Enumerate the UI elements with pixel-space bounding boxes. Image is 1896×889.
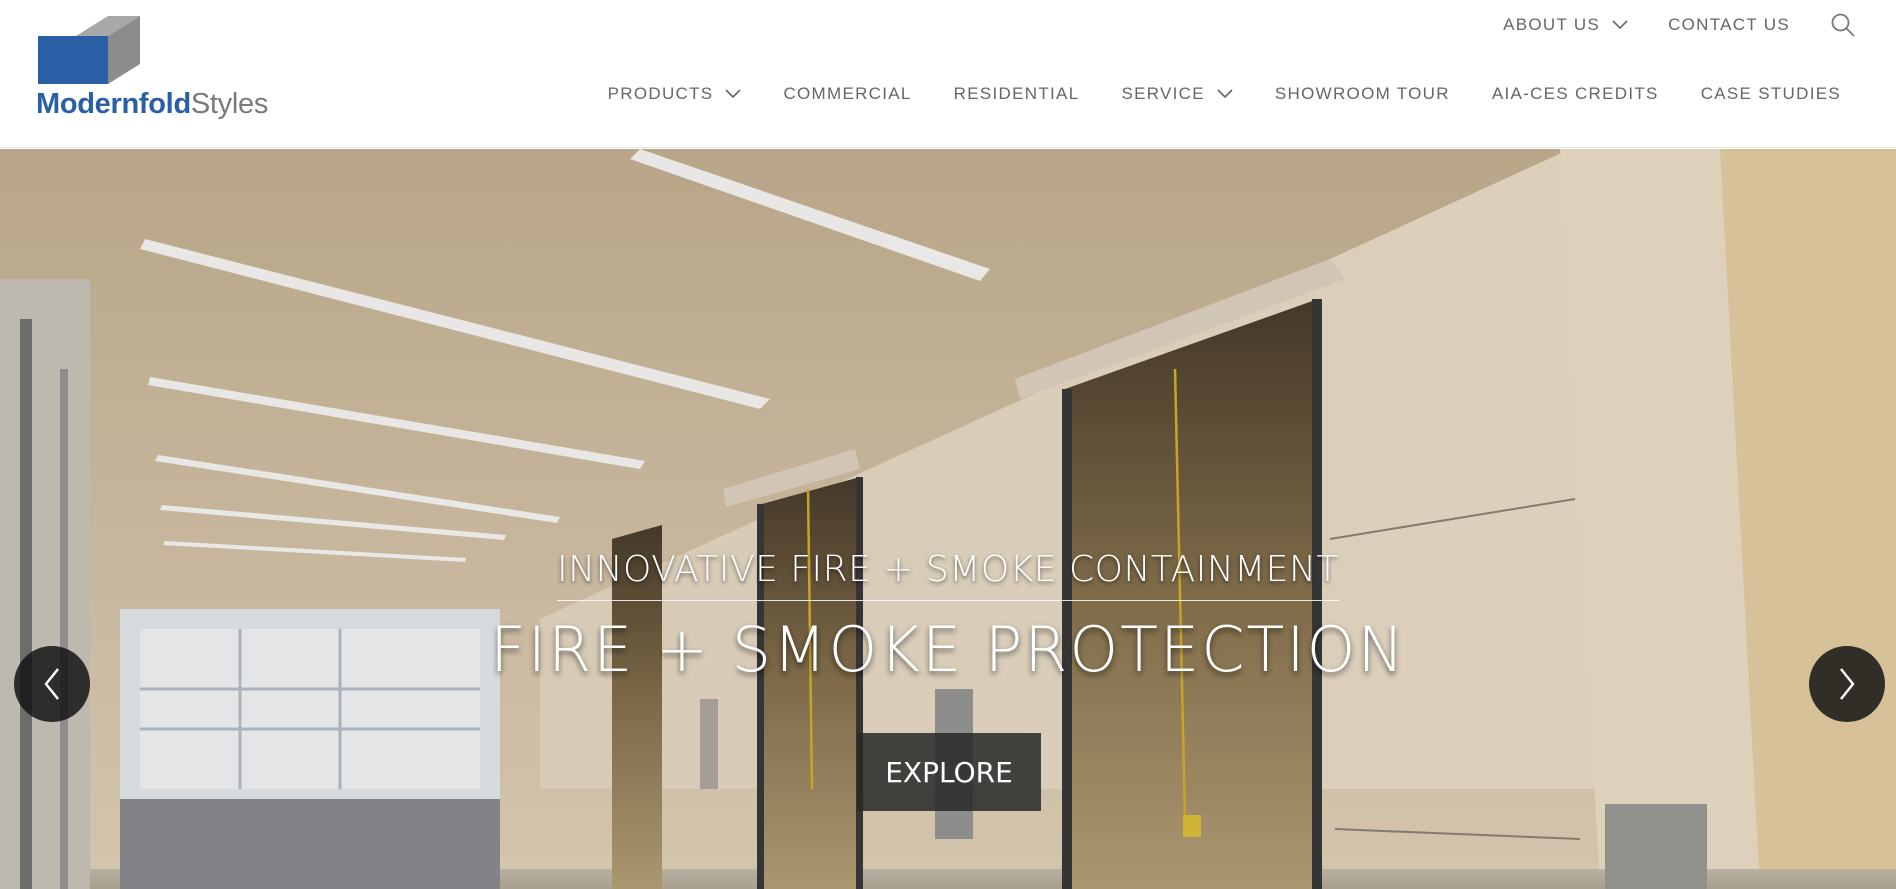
chevron-down-icon	[725, 89, 742, 99]
nav-commercial-label: COMMERCIAL	[783, 84, 912, 103]
logo-wordmark: ModernfoldStyles	[36, 88, 268, 121]
nav-case-studies-label: CASE STUDIES	[1700, 84, 1841, 103]
nav-aia-ces-credits-label: AIA-CES CREDITS	[1491, 84, 1659, 103]
nav-service[interactable]: SERVICE	[1121, 84, 1233, 104]
logo-mark-icon	[38, 16, 140, 84]
hero-subtitle: INNOVATIVE FIRE + SMOKE CONTAINMENT	[557, 549, 1339, 590]
nav-showroom-tour[interactable]: SHOWROOM TOUR	[1275, 84, 1450, 104]
nav-residential[interactable]: RESIDENTIAL	[954, 84, 1080, 104]
main-nav: PRODUCTS COMMERCIAL RESIDENTIAL SERVICE …	[566, 84, 1841, 104]
hero-title: FIRE + SMOKE PROTECTION	[490, 613, 1406, 686]
chevron-right-icon	[1840, 668, 1855, 700]
search-icon[interactable]	[1830, 12, 1856, 38]
chevron-left-icon	[44, 668, 59, 700]
site-header: ModernfoldStyles ABOUT US CONTACT US PRO…	[0, 0, 1896, 148]
logo-wordmark-regular: Styles	[190, 88, 269, 120]
explore-button[interactable]: EXPLORE	[857, 733, 1041, 811]
chevron-down-icon	[1612, 20, 1628, 30]
hero-caption: INNOVATIVE FIRE + SMOKE CONTAINMENT FIRE…	[0, 549, 1896, 686]
utility-nav: ABOUT US CONTACT US	[1463, 10, 1856, 40]
nav-products-label: PRODUCTS	[607, 84, 714, 103]
nav-about-us-label: ABOUT US	[1503, 15, 1601, 34]
nav-showroom-tour-label: SHOWROOM TOUR	[1274, 84, 1450, 103]
slider-prev-button[interactable]	[14, 646, 90, 722]
nav-residential-label: RESIDENTIAL	[953, 84, 1080, 103]
nav-aia-ces-credits[interactable]: AIA-CES CREDITS	[1492, 84, 1659, 104]
slider-next-button[interactable]	[1809, 646, 1885, 722]
hero-slider: INNOVATIVE FIRE + SMOKE CONTAINMENT FIRE…	[0, 149, 1896, 889]
nav-products[interactable]: PRODUCTS	[608, 84, 742, 104]
chevron-down-icon	[1217, 89, 1233, 99]
nav-case-studies[interactable]: CASE STUDIES	[1701, 84, 1841, 104]
nav-contact-us[interactable]: CONTACT US	[1668, 15, 1790, 35]
nav-about-us[interactable]: ABOUT US	[1503, 15, 1628, 35]
hero-divider	[557, 600, 1339, 601]
nav-contact-us-label: CONTACT US	[1668, 15, 1790, 34]
nav-service-label: SERVICE	[1121, 84, 1205, 103]
brand-logo[interactable]: ModernfoldStyles	[36, 16, 286, 126]
nav-commercial[interactable]: COMMERCIAL	[783, 84, 911, 104]
logo-wordmark-bold: Modernfold	[36, 88, 191, 120]
